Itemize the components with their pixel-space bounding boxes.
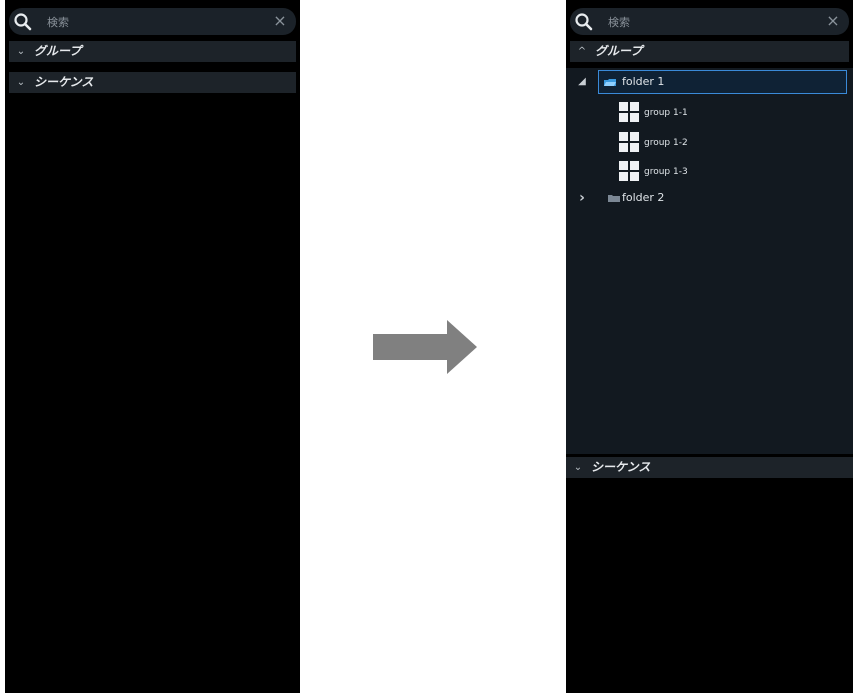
chevron-down-icon: ⌄ [573,462,583,473]
group-grid-icon [619,132,640,153]
group-tree: ◢ folder 1 group 1-1 group 1-2 group 1-3… [566,68,853,454]
expanded-triangle-icon[interactable]: ◢ [576,70,588,94]
tree-item-label: folder 1 [622,75,665,88]
chevron-up-icon: ^ [577,46,587,57]
tree-item-group-1-3[interactable]: group 1-3 [566,158,853,186]
sequence-section-label: シーケンス [591,460,651,474]
clear-icon[interactable]: × [272,13,288,29]
chevron-right-icon[interactable]: › [576,186,588,210]
group-section-header[interactable]: ^ グループ [570,41,849,62]
tree-item-folder-2[interactable]: › folder 2 [566,186,853,210]
clear-icon[interactable]: × [825,13,841,29]
sequence-section-label: シーケンス [34,75,94,89]
right-panel: × ^ グループ ◢ folder 1 group 1-1 [566,0,853,693]
arrow-right-icon [373,320,477,374]
search-icon[interactable] [574,12,594,32]
folder-open-icon [604,79,616,86]
tree-item-folder-1[interactable]: ◢ folder 1 [566,70,853,94]
tree-item-label: group 1-3 [644,167,688,177]
sequence-section-header[interactable]: ⌄ シーケンス [566,457,853,478]
tree-item-group-1-1[interactable]: group 1-1 [566,99,853,127]
group-grid-icon [619,161,640,182]
group-section-label: グループ [34,44,82,58]
chevron-down-icon: ⌄ [16,46,26,57]
tree-item-label: group 1-2 [644,138,688,148]
tree-item-label: folder 2 [622,191,665,204]
group-section-label: グループ [595,44,643,58]
tree-item-group-1-2[interactable]: group 1-2 [566,129,853,157]
left-panel: × ⌄ グループ ⌄ シーケンス [5,0,300,693]
chevron-down-icon: ⌄ [16,77,26,88]
search-input[interactable] [45,12,199,32]
search-icon[interactable] [13,12,33,32]
tree-item-label: group 1-1 [644,108,688,118]
search-bar: × [9,8,296,35]
group-grid-icon [619,102,640,123]
folder-icon [608,195,620,202]
sequence-section-header[interactable]: ⌄ シーケンス [9,72,296,93]
search-input[interactable] [606,12,760,32]
search-bar: × [570,8,849,35]
group-section-header[interactable]: ⌄ グループ [9,41,296,62]
